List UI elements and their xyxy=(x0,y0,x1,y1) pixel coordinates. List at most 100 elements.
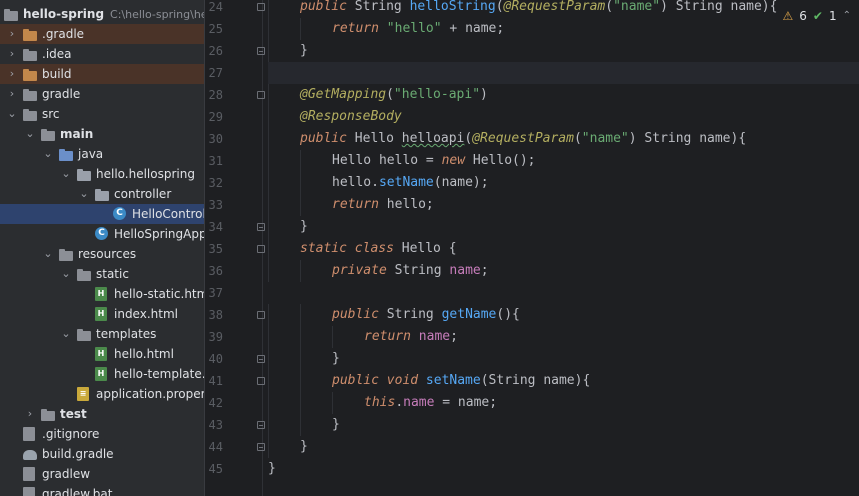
fold-marker-icon[interactable] xyxy=(257,91,265,99)
code-line[interactable]: public void setName(String name){ xyxy=(268,370,859,392)
html-file-icon: H xyxy=(95,287,107,301)
tree-item[interactable]: › gradle xyxy=(0,84,204,104)
fold-marker-icon[interactable] xyxy=(257,223,265,231)
code-line[interactable]: public Hello helloapi(@RequestParam("nam… xyxy=(268,128,859,150)
tree-item[interactable]: gradlew xyxy=(0,464,204,484)
tree-item[interactable]: C HelloController xyxy=(0,204,204,224)
fold-marker-icon[interactable] xyxy=(257,311,265,319)
code-token: } xyxy=(332,351,340,366)
code-line[interactable]: } xyxy=(268,348,859,370)
line-number: 45 xyxy=(208,462,223,476)
code-text: Hello hello = new Hello(); xyxy=(332,150,536,172)
chevron-down-icon[interactable]: ⌄ xyxy=(78,184,90,204)
code-token: name xyxy=(418,329,451,344)
code-token: (){ xyxy=(496,307,520,322)
warning-icon: ⚠ xyxy=(782,9,794,23)
code-line[interactable] xyxy=(268,62,859,84)
line-number: 32 xyxy=(208,176,223,190)
code-line[interactable]: return name; xyxy=(268,326,859,348)
tree-item[interactable]: › test xyxy=(0,404,204,424)
chevron-down-icon[interactable]: ⌄ xyxy=(60,324,72,344)
check-icon: ✔ xyxy=(812,9,823,23)
fold-marker-icon[interactable] xyxy=(257,47,265,55)
fold-marker-icon[interactable] xyxy=(257,443,265,451)
chevron-down-icon[interactable]: ⌄ xyxy=(60,164,72,184)
chevron-right-icon[interactable]: › xyxy=(24,404,36,424)
project-root[interactable]: hello-spring C:\hello-spring\hello-spring xyxy=(0,4,204,24)
code-line[interactable]: @ResponseBody xyxy=(268,106,859,128)
chevron-down-icon[interactable]: ⌄ xyxy=(24,124,36,144)
fold-marker-icon[interactable] xyxy=(257,377,265,385)
code-token: String xyxy=(386,307,442,322)
code-line[interactable]: Hello hello = new Hello(); xyxy=(268,150,859,172)
code-line[interactable]: return hello; xyxy=(268,194,859,216)
tree-item[interactable]: Hhello-template.html xyxy=(0,364,204,384)
code-token: public void xyxy=(332,373,426,388)
code-line[interactable]: } xyxy=(268,216,859,238)
tree-item[interactable]: Hhello-static.html xyxy=(0,284,204,304)
chevron-down-icon[interactable]: ⌄ xyxy=(42,244,54,264)
tree-item[interactable]: C HelloSpringApplication xyxy=(0,224,204,244)
tree-item[interactable]: .gitignore xyxy=(0,424,204,444)
fold-marker-icon[interactable] xyxy=(257,421,265,429)
chevron-right-icon[interactable]: › xyxy=(6,64,18,84)
chevron-down-icon[interactable]: ⌄ xyxy=(60,264,72,284)
tree-item[interactable]: ⌄ static xyxy=(0,264,204,284)
code-token: + name; xyxy=(441,21,505,36)
code-token: this xyxy=(364,395,396,410)
folder-icon xyxy=(77,327,92,341)
indent-guide xyxy=(332,392,333,414)
code-line[interactable]: } xyxy=(268,436,859,458)
code-line[interactable]: } xyxy=(268,458,859,480)
code-line[interactable]: static class Hello { xyxy=(268,238,859,260)
tree-item[interactable]: › .gradle xyxy=(0,24,204,44)
tree-item[interactable]: ⌄ src xyxy=(0,104,204,124)
chevron-down-icon[interactable]: ⌄ xyxy=(6,104,18,124)
code-text: hello.setName(name); xyxy=(332,172,489,194)
code-editor[interactable]: 24 25 26 27 28 29 30 31 32 33 34 35 36 37 38 39 40 41 42 43… xyxy=(205,0,859,496)
tree-item[interactable]: › build xyxy=(0,64,204,84)
tree-item[interactable]: build.gradle xyxy=(0,444,204,464)
code-token: public xyxy=(300,0,355,14)
indent-guide xyxy=(268,370,269,392)
code-line[interactable]: private String name; xyxy=(268,260,859,282)
fold-marker-icon[interactable] xyxy=(257,355,265,363)
code-line[interactable]: } xyxy=(268,414,859,436)
chevron-right-icon[interactable]: › xyxy=(6,44,18,64)
line-number: 40 xyxy=(208,352,223,366)
code-line[interactable]: public String getName(){ xyxy=(268,304,859,326)
code-token: @RequestParam xyxy=(472,131,574,146)
tree-item[interactable]: ⌄ java xyxy=(0,144,204,164)
code-line[interactable]: hello.setName(name); xyxy=(268,172,859,194)
inspection-widget[interactable]: ⚠ 6 ✔ 1 ⌃ xyxy=(783,6,852,26)
tree-item[interactable]: ⌄ main xyxy=(0,124,204,144)
code-line[interactable]: this.name = name; xyxy=(268,392,859,414)
code-line[interactable] xyxy=(268,282,859,304)
code-token: "name" xyxy=(613,0,661,14)
code-text: private String name; xyxy=(332,260,489,282)
tree-item[interactable]: ⌄ templates xyxy=(0,324,204,344)
code-token: setName xyxy=(378,175,434,190)
chevron-down-icon[interactable]: ⌄ xyxy=(42,144,54,164)
tree-item[interactable]: gradlew.bat xyxy=(0,484,204,496)
fold-marker-icon[interactable] xyxy=(257,245,265,253)
code-token: new xyxy=(441,153,473,168)
line-number: 34 xyxy=(208,220,223,234)
fold-marker-icon[interactable] xyxy=(257,3,265,11)
tree-item[interactable]: › .idea xyxy=(0,44,204,64)
chevron-right-icon[interactable]: › xyxy=(6,24,18,44)
tree-item[interactable]: ≡ application.properties xyxy=(0,384,204,404)
tree-item[interactable]: Hhello.html xyxy=(0,344,204,364)
tree-item[interactable]: Hindex.html xyxy=(0,304,204,324)
chevron-right-icon[interactable]: › xyxy=(6,84,18,104)
tree-item-label: hello-template.html xyxy=(114,367,204,381)
code-line[interactable]: return "hello" + name; xyxy=(268,18,859,40)
code-line[interactable]: public String helloString(@RequestParam(… xyxy=(268,0,859,18)
tree-item[interactable]: ⌄ controller xyxy=(0,184,204,204)
tree-item[interactable]: ⌄ hello.hellospring xyxy=(0,164,204,184)
code-line[interactable]: } xyxy=(268,40,859,62)
code-line[interactable]: @GetMapping("hello-api") xyxy=(268,84,859,106)
folder-icon xyxy=(23,47,38,61)
tree-item[interactable]: ⌄ resources xyxy=(0,244,204,264)
code-text: return name; xyxy=(364,326,458,348)
